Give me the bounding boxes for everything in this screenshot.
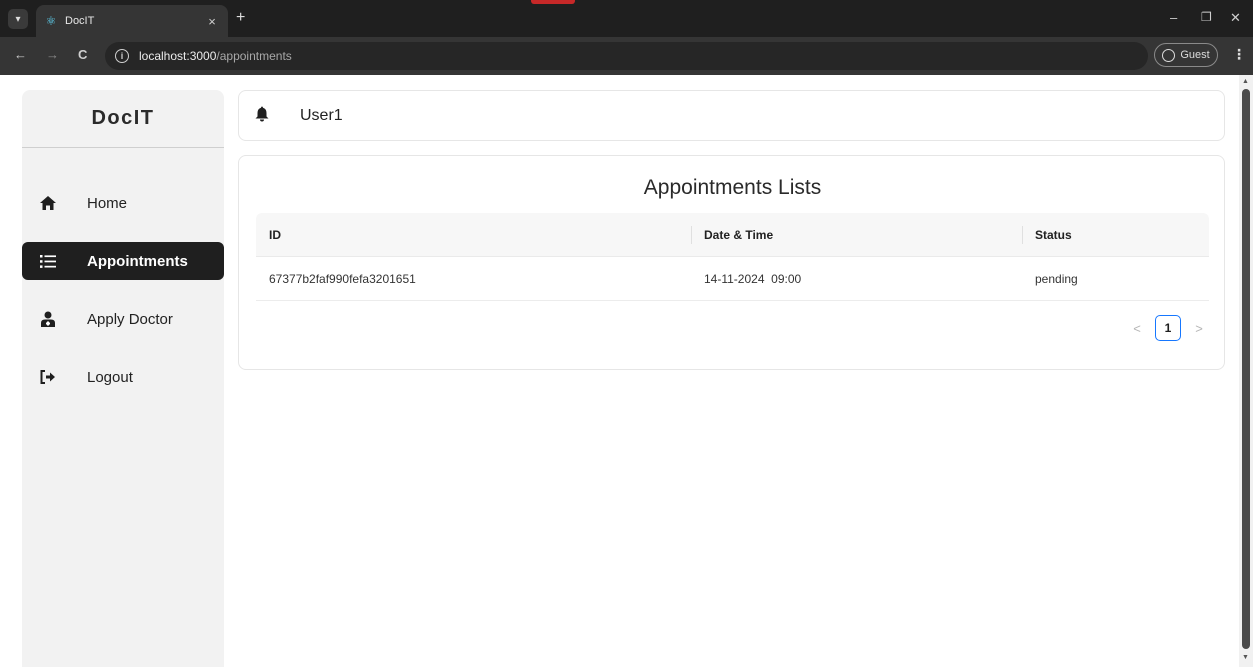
sidebar-item-label: Logout bbox=[87, 368, 133, 386]
tab-title: DocIT bbox=[65, 15, 95, 27]
guest-label: Guest bbox=[1180, 49, 1210, 61]
doctor-icon bbox=[38, 309, 58, 329]
brand-logo: DocIT bbox=[22, 90, 224, 148]
url-host: localhost:3000 bbox=[139, 49, 217, 63]
table-row[interactable]: 67377b2faf990fefa3201651 14-11-2024 09:0… bbox=[256, 257, 1209, 301]
column-header-status[interactable]: Status bbox=[1022, 225, 1209, 244]
new-tab-button[interactable]: + bbox=[236, 9, 245, 27]
sidebar-item-label: Home bbox=[87, 194, 128, 212]
recording-indicator bbox=[531, 0, 575, 4]
column-header-id[interactable]: ID bbox=[256, 228, 691, 242]
sidebar-menu: Home Appointments Apply Doctor Logout bbox=[22, 184, 224, 416]
sidebar-item-logout[interactable]: Logout bbox=[22, 358, 224, 396]
prev-page-button[interactable]: < bbox=[1129, 321, 1145, 336]
page-1-button[interactable]: 1 bbox=[1155, 315, 1181, 341]
sidebar-item-label: Appointments bbox=[87, 252, 188, 270]
sidebar-item-label: Apply Doctor bbox=[87, 310, 173, 328]
profile-icon bbox=[1162, 48, 1176, 62]
top-header: User1 bbox=[238, 90, 1225, 141]
forward-button[interactable]: → bbox=[46, 47, 59, 62]
browser-tab[interactable]: ⚛ DocIT × bbox=[36, 5, 228, 37]
url-path: /appointments bbox=[216, 49, 292, 63]
appointments-card: Appointments Lists ID Date & Time Status… bbox=[238, 155, 1225, 370]
scrollbar-thumb[interactable] bbox=[1242, 89, 1250, 649]
logout-icon bbox=[38, 367, 58, 387]
bell-icon[interactable] bbox=[255, 106, 273, 126]
site-info-icon[interactable]: i bbox=[115, 49, 129, 63]
minimize-button[interactable]: – bbox=[1170, 10, 1177, 25]
react-favicon-icon: ⚛ bbox=[45, 14, 57, 28]
column-header-date-time[interactable]: Date & Time bbox=[691, 225, 1022, 244]
browser-tab-bar: ▾ ⚛ DocIT × + – ❐ ✕ bbox=[0, 0, 1253, 37]
next-page-button[interactable]: > bbox=[1191, 321, 1207, 336]
username[interactable]: User1 bbox=[300, 107, 343, 125]
cell-id: 67377b2faf990fefa3201651 bbox=[269, 271, 416, 286]
appointments-table: ID Date & Time Status 67377b2faf990fefa3… bbox=[256, 213, 1209, 301]
cell-status: pending bbox=[1035, 271, 1078, 286]
list-icon bbox=[38, 251, 58, 271]
cell-date-time: 14-11-2024 09:00 bbox=[704, 271, 802, 286]
page-title: Appointments Lists bbox=[643, 176, 822, 199]
browser-toolbar: ← → C i localhost:3000/appointments Gues… bbox=[0, 37, 1253, 75]
sidebar: DocIT Home Appointments Apply Doctor Log… bbox=[22, 90, 224, 667]
tab-close-icon[interactable]: × bbox=[204, 14, 220, 29]
maximize-button[interactable]: ❐ bbox=[1201, 10, 1212, 24]
address-bar[interactable]: i localhost:3000/appointments bbox=[105, 42, 1148, 70]
sidebar-item-home[interactable]: Home bbox=[22, 184, 224, 222]
sidebar-item-appointments[interactable]: Appointments bbox=[22, 242, 224, 280]
reload-button[interactable]: C bbox=[78, 47, 87, 62]
browser-menu-icon[interactable]: ⋮ bbox=[1232, 46, 1246, 63]
back-button[interactable]: ← bbox=[14, 47, 27, 62]
page-viewport: DocIT Home Appointments Apply Doctor Log… bbox=[0, 75, 1239, 667]
guest-profile-button[interactable]: Guest bbox=[1154, 43, 1218, 67]
scroll-up-icon[interactable]: ▲ bbox=[1242, 78, 1249, 85]
scroll-down-icon[interactable]: ▼ bbox=[1242, 654, 1249, 661]
vertical-scrollbar[interactable]: ▲ ▼ bbox=[1239, 75, 1253, 667]
table-header: ID Date & Time Status bbox=[256, 213, 1209, 257]
home-icon bbox=[38, 193, 58, 213]
close-window-button[interactable]: ✕ bbox=[1230, 10, 1241, 26]
sidebar-item-apply-doctor[interactable]: Apply Doctor bbox=[22, 300, 224, 338]
tab-search-button[interactable]: ▾ bbox=[8, 9, 28, 29]
pagination: < 1 > bbox=[1129, 315, 1207, 341]
